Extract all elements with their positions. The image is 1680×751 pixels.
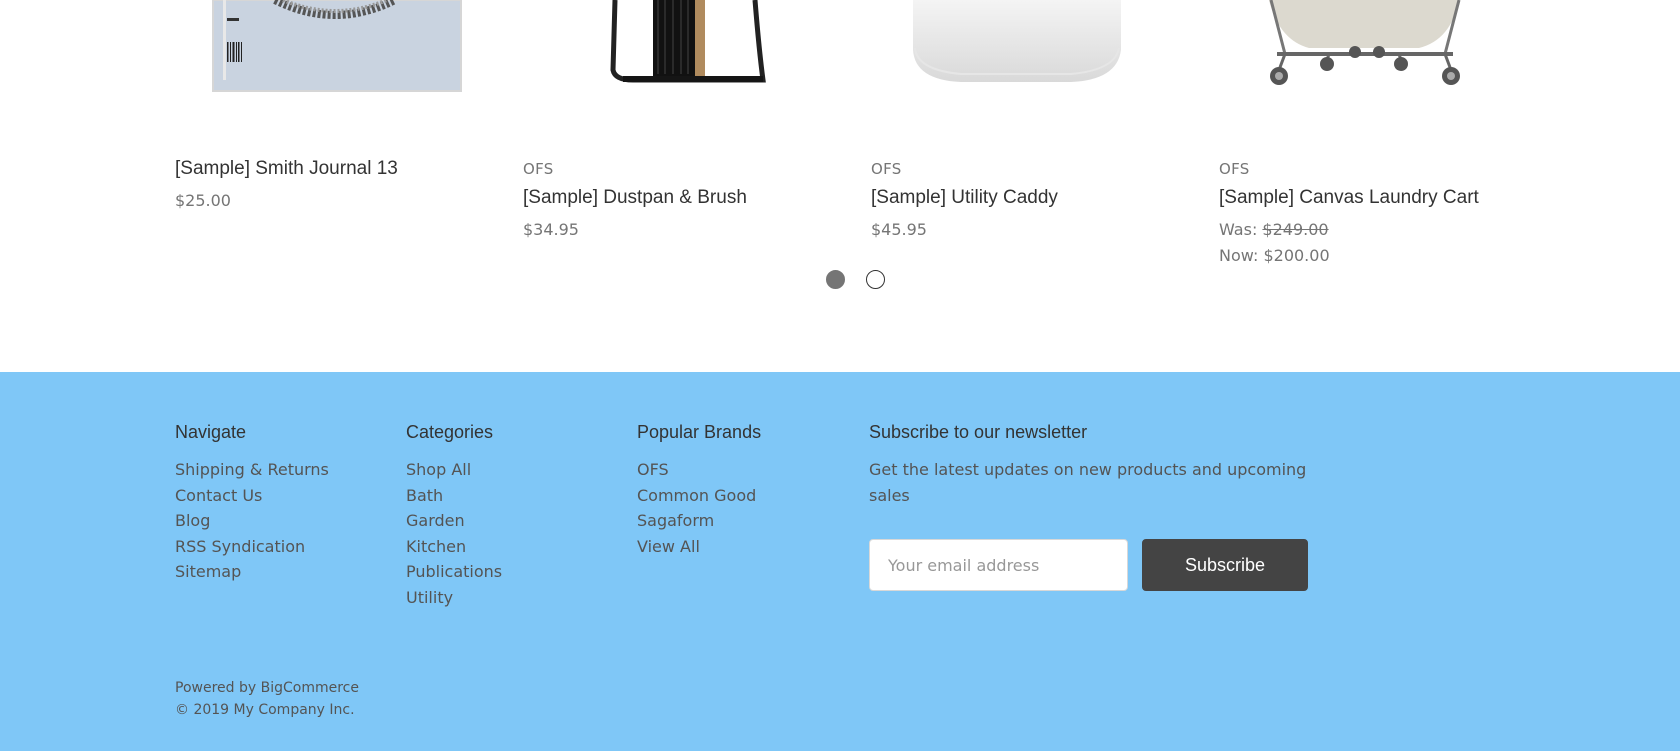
footer-link-utility[interactable]: Utility: [406, 588, 453, 607]
laundry-cart-image: [1269, 0, 1461, 85]
footer-link-publications[interactable]: Publications: [406, 562, 502, 581]
dustpan-brush-image: [610, 0, 766, 83]
footer-link-sagaform[interactable]: Sagaform: [637, 511, 714, 530]
footer-heading: Popular Brands: [637, 422, 762, 442]
footer-link-bath[interactable]: Bath: [406, 486, 443, 505]
footer-link-shipping-returns[interactable]: Shipping & Returns: [175, 460, 329, 479]
newsletter-form: Subscribe: [869, 539, 1309, 591]
newsletter-description: Get the latest updates on new products a…: [869, 460, 1307, 505]
subscribe-button[interactable]: Subscribe: [1142, 539, 1308, 591]
site-footer: Navigate Shipping & Returns Contact Us B…: [0, 372, 1680, 751]
footer-link-shop-all[interactable]: Shop All: [406, 460, 471, 479]
footer-link-view-all[interactable]: View All: [637, 537, 700, 556]
product-brand: OFS: [1219, 160, 1250, 178]
email-input[interactable]: [869, 539, 1128, 591]
footer-categories: Categories Shop All Bath Garden Kitchen …: [406, 422, 502, 611]
original-price: $249.00: [1262, 220, 1329, 239]
product-name[interactable]: [Sample] Utility Caddy: [871, 187, 1058, 209]
carousel-dot-2[interactable]: [866, 270, 885, 289]
product-card[interactable]: OFS [Sample] Dustpan & Brush $34.95: [523, 0, 843, 270]
product-now-price: Now: $200.00: [1219, 246, 1330, 265]
footer-link-list: Shipping & Returns Contact Us Blog RSS S…: [175, 457, 329, 585]
footer-link-contact-us[interactable]: Contact Us: [175, 486, 262, 505]
product-price: $25.00: [175, 191, 231, 210]
product-card[interactable]: [Sample] Smith Journal 13 $25.00: [175, 0, 495, 270]
footer-link-list: OFS Common Good Sagaform View All: [637, 457, 761, 559]
copyright-text: © 2019 My Company Inc.: [175, 702, 355, 718]
product-price: $45.95: [871, 220, 927, 239]
footer-link-list: Shop All Bath Garden Kitchen Publication…: [406, 457, 502, 611]
sale-price: $200.00: [1263, 246, 1330, 265]
footer-heading: Subscribe to our newsletter: [869, 422, 1088, 442]
footer-link-kitchen[interactable]: Kitchen: [406, 537, 466, 556]
footer-link-garden[interactable]: Garden: [406, 511, 465, 530]
footer-heading: Navigate: [175, 422, 247, 442]
footer-legal: Powered by BigCommerce © 2019 My Company…: [175, 677, 359, 721]
product-image[interactable]: [523, 0, 843, 110]
utility-caddy-image: [913, 0, 1121, 82]
product-name[interactable]: [Sample] Smith Journal 13: [175, 158, 398, 180]
product-name[interactable]: [Sample] Canvas Laundry Cart: [1219, 187, 1479, 209]
footer-newsletter: Subscribe to our newsletter Get the late…: [869, 422, 1319, 508]
product-brand: OFS: [523, 160, 554, 178]
carousel-dot-1[interactable]: [826, 270, 845, 289]
footer-heading: Categories: [406, 422, 494, 442]
carousel-pagination: [826, 270, 886, 290]
product-card[interactable]: OFS [Sample] Canvas Laundry Cart Was: $2…: [1219, 0, 1539, 270]
product-price: $34.95: [523, 220, 579, 239]
product-brand: OFS: [871, 160, 902, 178]
footer-brands: Popular Brands OFS Common Good Sagaform …: [637, 422, 761, 559]
product-carousel: [Sample] Smith Journal 13 $25.00 OFS [Sa…: [0, 0, 1680, 372]
powered-by-text: Powered by BigCommerce: [175, 680, 359, 696]
footer-link-sitemap[interactable]: Sitemap: [175, 562, 241, 581]
now-label: Now:: [1219, 246, 1259, 265]
footer-link-ofs[interactable]: OFS: [637, 460, 669, 479]
was-label: Was:: [1219, 220, 1258, 239]
magazine-cover-image: [212, 0, 462, 92]
footer-link-rss-syndication[interactable]: RSS Syndication: [175, 537, 305, 556]
product-image[interactable]: [871, 0, 1191, 110]
footer-link-blog[interactable]: Blog: [175, 511, 210, 530]
footer-navigate: Navigate Shipping & Returns Contact Us B…: [175, 422, 329, 585]
product-was-price: Was: $249.00: [1219, 220, 1329, 239]
footer-link-common-good[interactable]: Common Good: [637, 486, 756, 505]
product-image[interactable]: [175, 0, 495, 110]
product-image[interactable]: [1219, 0, 1539, 110]
product-name[interactable]: [Sample] Dustpan & Brush: [523, 187, 747, 209]
product-card[interactable]: OFS [Sample] Utility Caddy $45.95: [871, 0, 1191, 270]
